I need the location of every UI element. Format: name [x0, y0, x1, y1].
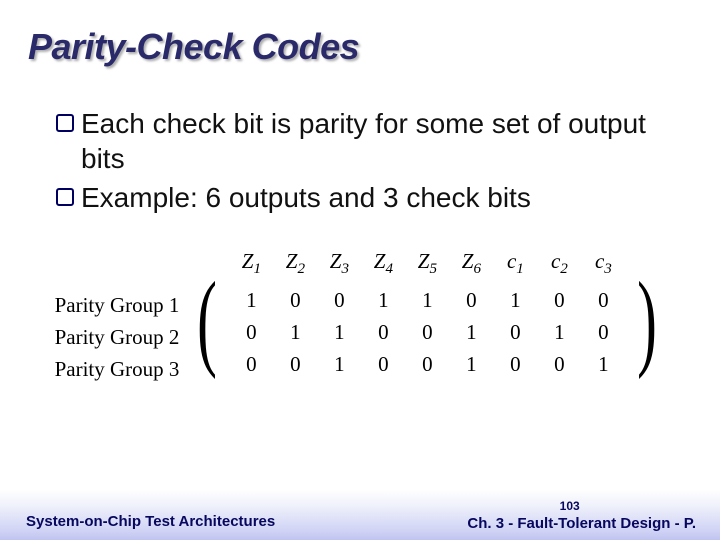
bullet-icon — [56, 114, 74, 132]
cell: 0 — [229, 348, 273, 380]
footer-left: System-on-Chip Test Architectures — [26, 513, 275, 530]
matrix-row-labels: Parity Group 1 Parity Group 2 Parity Gro… — [55, 289, 180, 385]
paren-right-icon: ) — [637, 267, 657, 375]
cell: 1 — [537, 316, 581, 348]
cell: 0 — [449, 284, 493, 316]
row-label: Parity Group 2 — [55, 321, 180, 353]
cell: 1 — [449, 348, 493, 380]
cell: 0 — [229, 316, 273, 348]
cell: 0 — [405, 348, 449, 380]
col-header: Z3 — [317, 249, 361, 278]
col-header: Z5 — [405, 249, 449, 278]
cell: 1 — [581, 348, 625, 380]
cell: 1 — [449, 316, 493, 348]
slide-footer: System-on-Chip Test Architectures 103 Ch… — [0, 484, 720, 540]
bullet-text: Example: 6 outputs and 3 check bits — [81, 180, 682, 215]
col-header: c2 — [537, 249, 581, 278]
cell: 1 — [317, 348, 361, 380]
cell: 0 — [493, 316, 537, 348]
cell: 1 — [405, 284, 449, 316]
row-label: Parity Group 3 — [55, 353, 180, 385]
matrix-row: 0 0 1 0 0 1 0 0 1 — [229, 348, 625, 380]
cell: 0 — [361, 348, 405, 380]
col-header: Z1 — [229, 249, 273, 278]
cell: 1 — [229, 284, 273, 316]
bullet-list: Each check bit is parity for some set of… — [28, 106, 692, 215]
cell: 0 — [493, 348, 537, 380]
col-header: c3 — [581, 249, 625, 278]
cell: 0 — [581, 316, 625, 348]
col-header: Z4 — [361, 249, 405, 278]
col-header: Z6 — [449, 249, 493, 278]
cell: 0 — [537, 284, 581, 316]
col-header: Z2 — [273, 249, 317, 278]
matrix-block: Parity Group 1 Parity Group 2 Parity Gro… — [55, 249, 666, 385]
footer-right: 103 Ch. 3 - Fault-Tolerant Design - P. — [467, 500, 696, 532]
matrix-rows: 1 0 0 1 1 0 1 0 0 0 1 1 0 — [229, 284, 625, 380]
matrix-core: Z1 Z2 Z3 Z4 Z5 Z6 c1 c2 c3 1 0 0 1 — [229, 249, 625, 380]
slide-title: Parity-Check Codes — [28, 26, 692, 68]
row-label: Parity Group 1 — [55, 289, 180, 321]
bullet-item: Example: 6 outputs and 3 check bits — [56, 180, 682, 215]
cell: 0 — [405, 316, 449, 348]
cell: 0 — [273, 348, 317, 380]
paren-left-icon: ( — [198, 267, 218, 375]
cell: 0 — [361, 316, 405, 348]
cell: 0 — [537, 348, 581, 380]
matrix-area: Parity Group 1 Parity Group 2 Parity Gro… — [28, 249, 692, 385]
chapter-label: Ch. 3 - Fault-Tolerant Design - P. — [467, 515, 696, 532]
slide: Parity-Check Codes Each check bit is par… — [0, 0, 720, 540]
matrix-row: 1 0 0 1 1 0 1 0 0 — [229, 284, 625, 316]
cell: 1 — [493, 284, 537, 316]
bullet-item: Each check bit is parity for some set of… — [56, 106, 682, 176]
page-number: 103 — [467, 500, 672, 514]
bullet-text: Each check bit is parity for some set of… — [81, 106, 682, 176]
col-header: c1 — [493, 249, 537, 278]
matrix-col-headers: Z1 Z2 Z3 Z4 Z5 Z6 c1 c2 c3 — [229, 249, 625, 278]
cell: 0 — [273, 284, 317, 316]
cell: 0 — [581, 284, 625, 316]
matrix-row: 0 1 1 0 0 1 0 1 0 — [229, 316, 625, 348]
cell: 1 — [273, 316, 317, 348]
cell: 1 — [361, 284, 405, 316]
cell: 1 — [317, 316, 361, 348]
cell: 0 — [317, 284, 361, 316]
bullet-icon — [56, 188, 74, 206]
